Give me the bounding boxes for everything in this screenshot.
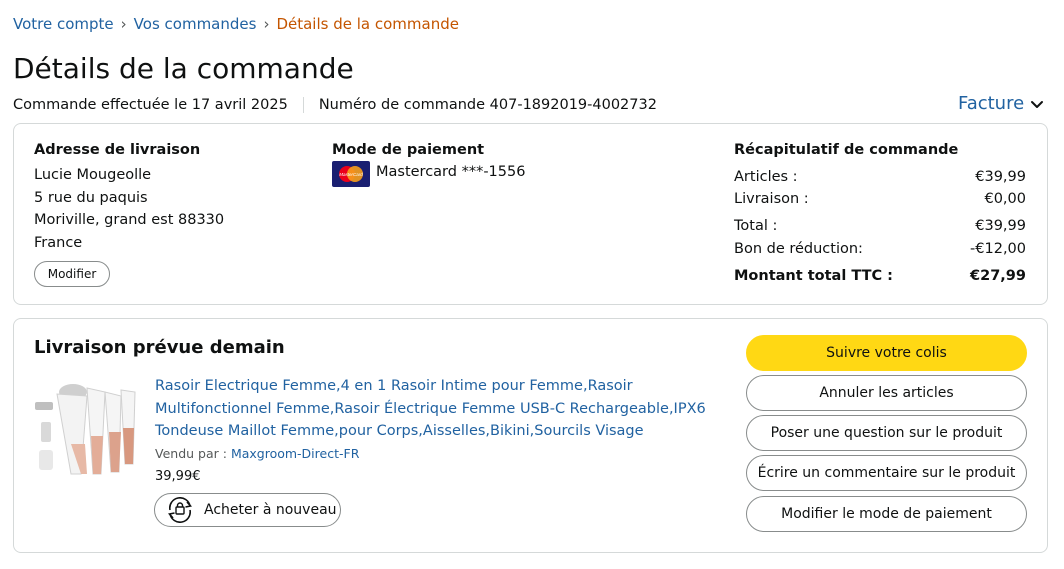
shipping-name: Lucie Mougeolle: [34, 167, 152, 183]
summary-heading: Récapitulatif de commande: [734, 142, 959, 158]
summary-label: Total :: [734, 218, 778, 234]
buy-again-label: Acheter à nouveau: [204, 502, 337, 518]
change-payment-button[interactable]: Modifier le mode de paiement: [746, 496, 1027, 532]
breadcrumb: Votre compte › Vos commandes › Détails de la…: [13, 15, 459, 33]
shipping-country: France: [34, 234, 83, 251]
breadcrumb-orders-link[interactable]: Vos commandes: [134, 15, 257, 33]
summary-row-total: Total : €39,99: [734, 218, 1026, 234]
seller-link[interactable]: Maxgroom-Direct-FR: [231, 446, 359, 461]
summary-label: Livraison :: [734, 191, 809, 207]
breadcrumb-separator: ›: [263, 15, 270, 33]
payment-card-text: Mastercard ***-1556: [376, 164, 526, 180]
summary-value: €39,99: [975, 169, 1026, 185]
grand-total-value: €27,99: [970, 268, 1026, 284]
summary-value: -€12,00: [970, 241, 1026, 257]
product-title-line: Rasoir Electrique Femme,4 en 1 Rasoir In…: [155, 378, 633, 394]
sold-by-label: Vendu par :: [155, 446, 227, 461]
ask-question-button[interactable]: Poser une question sur le produit: [746, 415, 1027, 451]
product-price: 39,99€: [155, 469, 201, 484]
shipping-heading: Adresse de livraison: [34, 142, 201, 158]
chevron-down-icon: [1030, 101, 1043, 108]
summary-value: €0,00: [984, 191, 1026, 207]
summary-row-articles: Articles : €39,99: [734, 169, 1026, 185]
summary-label: Bon de réduction:: [734, 241, 863, 257]
summary-row-discount: Bon de réduction: -€12,00: [734, 241, 1026, 257]
product-title-link[interactable]: Rasoir Electrique Femme,4 en 1 Rasoir In…: [155, 375, 730, 443]
track-package-button[interactable]: Suivre votre colis: [746, 335, 1027, 371]
seller-info: Vendu par : Maxgroom-Direct-FR: [155, 446, 359, 461]
order-number: Numéro de commande 407-1892019-4002732: [318, 97, 657, 113]
shipping-street: 5 rue du paquis: [34, 189, 148, 206]
summary-label: Articles :: [734, 169, 798, 185]
shipping-city: Moriville, grand est 88330: [34, 212, 225, 228]
buy-again-button[interactable]: Acheter à nouveau: [154, 493, 341, 527]
mastercard-logo: MasterCard: [339, 166, 363, 182]
shipping-address-section: Adresse de livraison Lucie Mougeolle 5 r…: [34, 142, 224, 254]
summary-row-shipping: Livraison : €0,00: [734, 191, 1026, 207]
mastercard-icon: MasterCard: [332, 161, 370, 187]
breadcrumb-separator: ›: [120, 15, 127, 33]
payment-section: Mode de paiement: [332, 142, 484, 158]
invoice-label: Facture: [958, 93, 1025, 114]
write-review-button[interactable]: Écrire un commentaire sur le produit: [746, 455, 1027, 491]
order-meta: Commande effectuée le 17 avril 2025 Numér…: [13, 97, 657, 113]
modify-address-button[interactable]: Modifier: [34, 261, 110, 287]
product-image: [35, 384, 136, 475]
product-title-line: Multifonctionnel Femme,Rasoir Électrique…: [155, 400, 706, 417]
meta-divider: [302, 97, 304, 113]
buy-again-icon: [167, 497, 193, 523]
breadcrumb-current: Détails de la commande: [276, 15, 459, 33]
summary-row-grand-total: Montant total TTC : €27,99: [734, 268, 1026, 284]
product-thumbnail[interactable]: [33, 374, 141, 482]
breadcrumb-account-link[interactable]: Votre compte: [13, 15, 114, 33]
payment-heading: Mode de paiement: [332, 142, 485, 158]
grand-total-label: Montant total TTC :: [734, 268, 893, 284]
delivery-heading: Livraison prévue demain: [34, 337, 285, 358]
summary-value: €39,99: [975, 218, 1026, 234]
invoice-dropdown[interactable]: Facture: [958, 93, 1044, 114]
page-title: Détails de la commande: [13, 52, 354, 85]
cancel-items-button[interactable]: Annuler les articles: [746, 375, 1027, 411]
product-title-line: Tondeuse Maillot Femme,pour Corps,Aissel…: [155, 423, 644, 439]
card-logo-text: MasterCard: [339, 172, 363, 177]
order-date: Commande effectuée le 17 avril 2025: [13, 97, 288, 113]
